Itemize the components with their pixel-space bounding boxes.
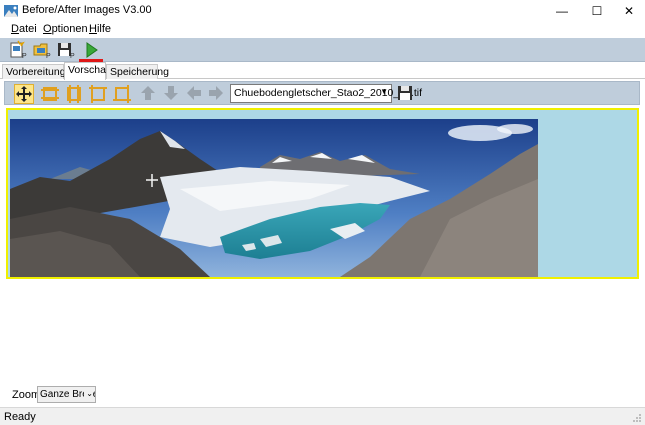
panorama-image	[10, 119, 538, 277]
move-tool-icon	[16, 86, 32, 102]
crop-tool-button-3[interactable]	[88, 84, 108, 104]
move-left-button[interactable]	[185, 84, 205, 104]
crop-tool-button-4[interactable]	[112, 84, 132, 104]
title-bar: Before/After Images V3.00 — ☐ ✕	[0, 0, 645, 22]
run-button[interactable]	[81, 40, 103, 60]
file-select-value: Chuebodengletscher_Stao2_2010_07.tif	[234, 87, 422, 99]
tab-strip: Vorbereitungen Vorschau Speicherung	[0, 62, 645, 80]
move-right-button[interactable]	[207, 84, 227, 104]
chevron-down-icon: ⌄	[84, 389, 93, 398]
menu-hilfe[interactable]: Hilfe	[89, 23, 111, 35]
save-image-button[interactable]	[396, 84, 416, 104]
open-project-icon: P	[33, 43, 51, 60]
resize-grip-icon[interactable]	[632, 413, 642, 423]
window-title: Before/After Images V3.00	[22, 4, 152, 16]
app-icon	[4, 5, 18, 17]
save-project-button[interactable]: P	[56, 40, 78, 60]
preview-toolbar: Chuebodengletscher_Stao2_2010_07.tif ▼	[4, 81, 640, 105]
arrow-down-icon	[164, 86, 178, 100]
new-project-icon: P	[10, 40, 27, 60]
move-tool-button[interactable]	[14, 84, 34, 104]
arrow-right-icon	[209, 86, 223, 100]
arrow-up-icon	[141, 86, 155, 100]
file-select[interactable]: Chuebodengletscher_Stao2_2010_07.tif ▼	[230, 84, 422, 103]
run-icon	[86, 42, 98, 58]
tab-vorschau[interactable]: Vorschau	[64, 62, 112, 80]
chevron-down-icon: ▼	[380, 87, 388, 96]
minimize-button[interactable]: —	[545, 0, 579, 22]
arrow-left-icon	[187, 86, 201, 100]
new-project-button[interactable]: P	[8, 40, 30, 60]
menu-bar: Datei Optionen Hilfe	[0, 22, 645, 38]
menu-optionen[interactable]: Optionen	[43, 23, 88, 35]
preview-area[interactable]	[6, 108, 639, 279]
svg-text:P: P	[46, 53, 51, 60]
move-up-button[interactable]	[139, 84, 159, 104]
status-bar: Ready	[0, 407, 645, 425]
tab-vorbereitungen[interactable]: Vorbereitungen	[2, 64, 77, 79]
save-icon	[398, 86, 412, 100]
svg-text:P: P	[70, 53, 75, 60]
status-text: Ready	[4, 411, 36, 423]
save-project-icon: P	[58, 43, 75, 60]
move-down-button[interactable]	[162, 84, 182, 104]
open-project-button[interactable]: P	[32, 40, 54, 60]
tab-speicherung[interactable]: Speicherung	[106, 64, 169, 79]
menu-datei[interactable]: Datei	[11, 23, 37, 35]
crop-tool-button-1[interactable]	[40, 84, 60, 104]
close-button[interactable]: ✕	[612, 0, 645, 22]
crop-icon	[41, 87, 59, 101]
crop-icon	[67, 85, 81, 103]
svg-text:P: P	[22, 53, 27, 60]
crop-tool-button-2[interactable]	[64, 84, 84, 104]
crop-icon	[113, 85, 131, 103]
zoom-select[interactable]: Ganze Breite ⌄	[37, 386, 96, 403]
maximize-button[interactable]: ☐	[580, 0, 614, 22]
crop-icon	[89, 85, 107, 103]
